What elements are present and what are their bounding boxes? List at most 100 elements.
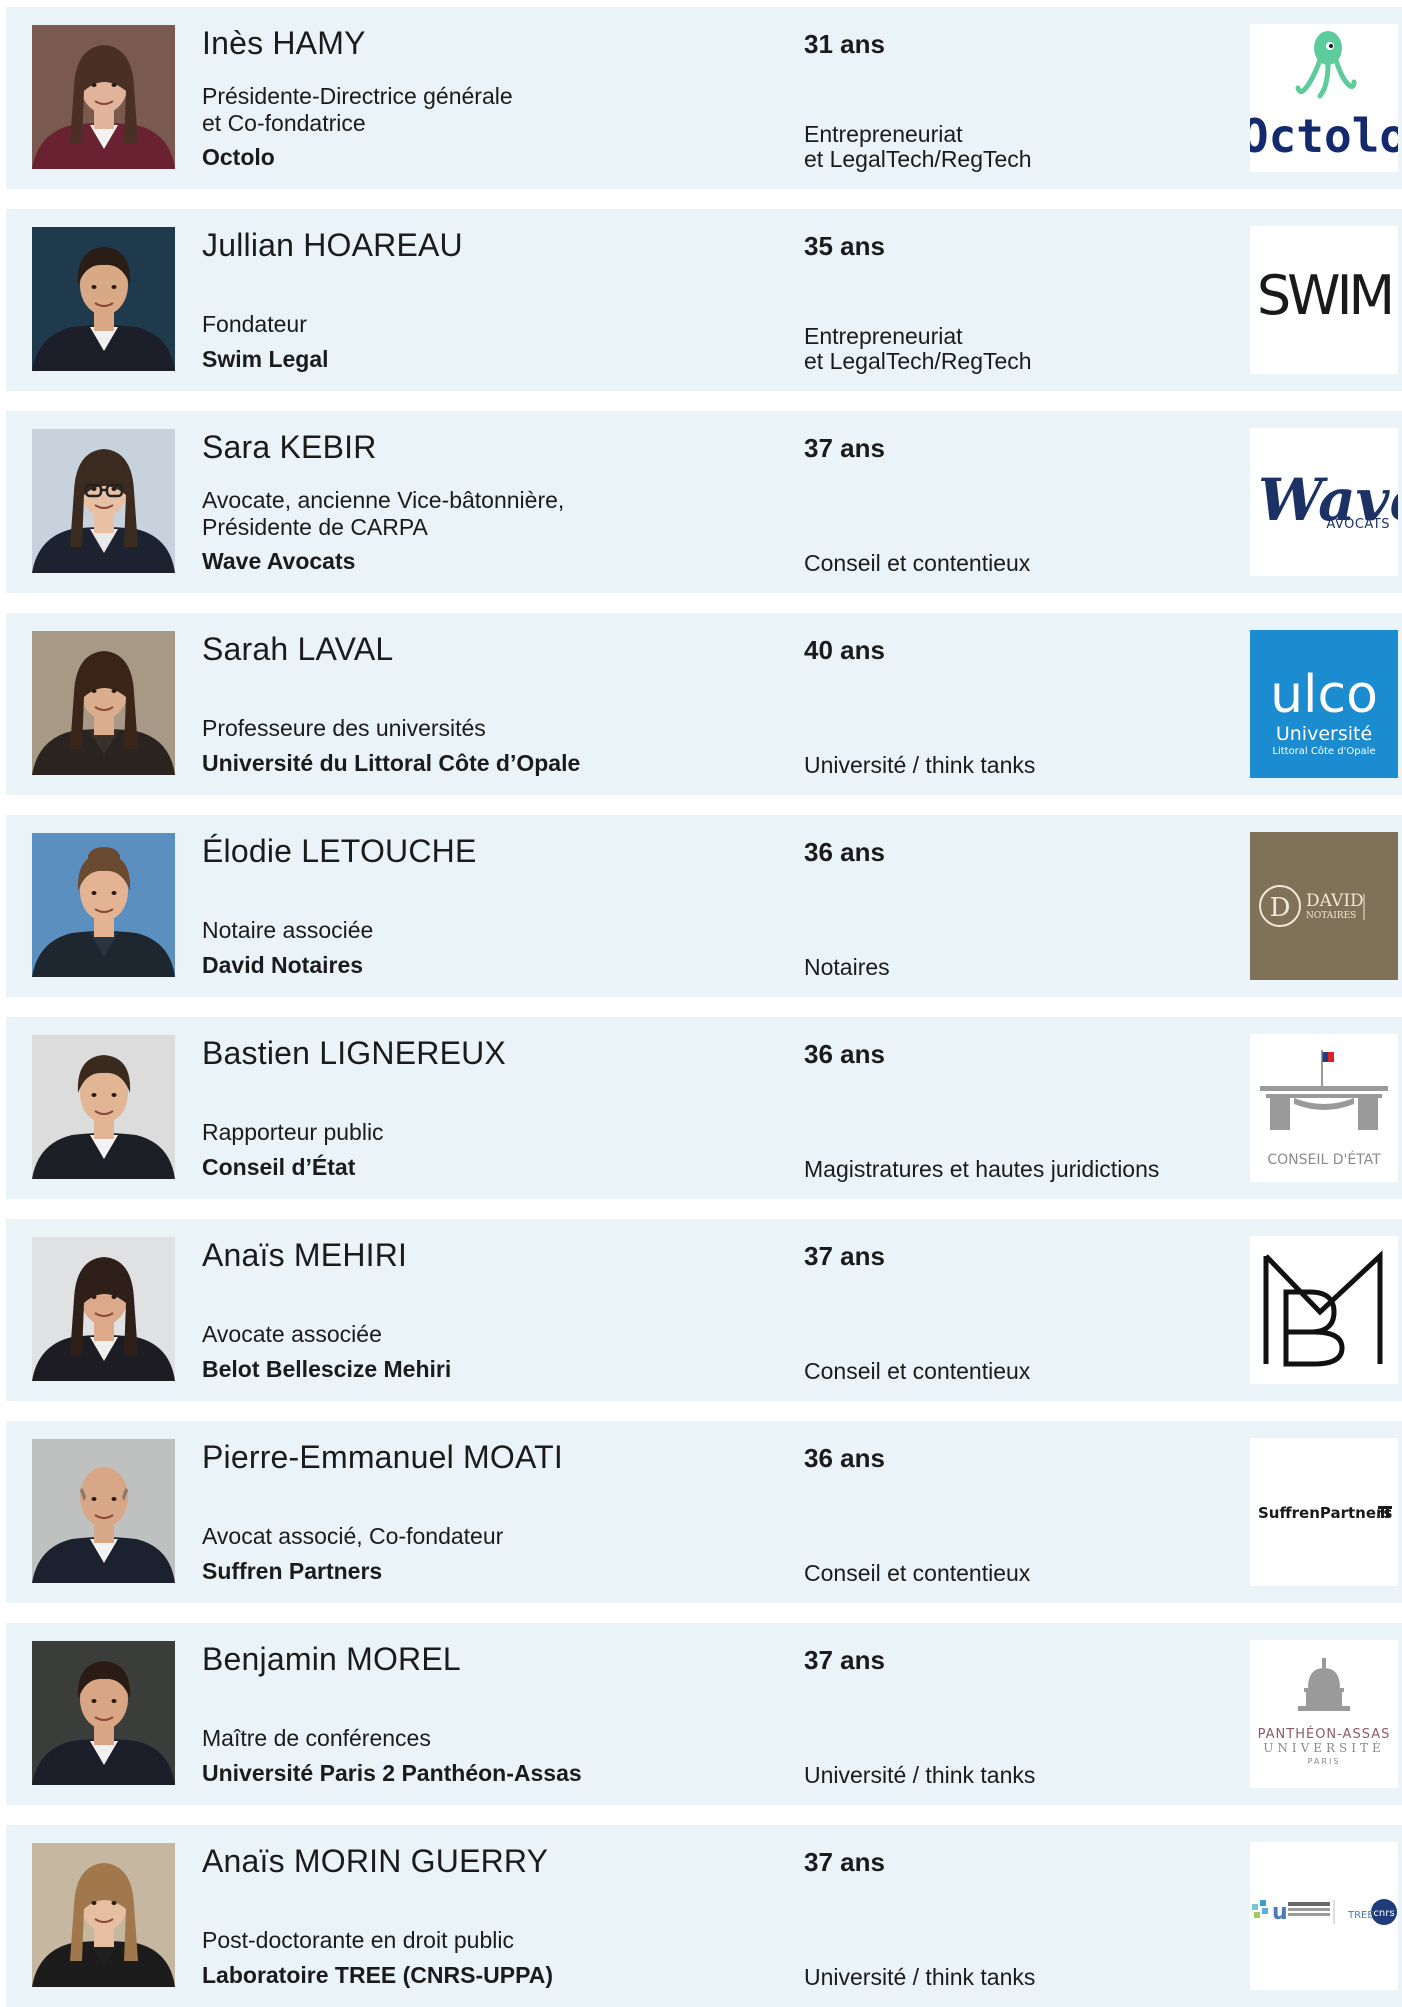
person-photo: [32, 227, 175, 371]
organization-logo: Wave AVOCATS: [1250, 428, 1398, 576]
dome-icon: [1298, 1658, 1350, 1711]
person-domain: Université / think tanks: [804, 1763, 1035, 1788]
person-role: Post-doctorante en droit public: [202, 1927, 802, 1954]
person-age: 31 ans: [804, 29, 885, 59]
role-line: Maître de conférences: [202, 1725, 431, 1751]
person-name: Benjamin MOREL: [202, 1641, 461, 1677]
person-photo: [32, 1237, 175, 1381]
domain-line: et LegalTech/RegTech: [804, 348, 1032, 374]
domain-line: Entrepreneuriat: [804, 323, 963, 349]
person-role: Maître de conférences: [202, 1725, 802, 1752]
organization-logo: [1250, 1236, 1398, 1384]
person-role: Professeure des universités: [202, 715, 802, 742]
svg-text:u: u: [1272, 1900, 1288, 1925]
person-age: 37 ans: [804, 1645, 885, 1675]
person-name: Pierre-Emmanuel MOATI: [202, 1439, 564, 1475]
person-photo: [32, 1035, 175, 1179]
person-card: Élodie LETOUCHE Notaire associée David N…: [6, 815, 1402, 997]
logo-text: CONSEIL D'ÉTAT: [1267, 1151, 1381, 1168]
octopus-icon: Octolo: [1250, 31, 1398, 163]
role-line: Avocat associé, Co-fondateur: [202, 1523, 504, 1549]
role-line: Notaire associée: [202, 917, 374, 943]
organization-logo: u TREE cnrs: [1250, 1842, 1398, 1990]
person-organization: Université du Littoral Côte d’Opale: [202, 750, 581, 776]
domain-line: Université / think tanks: [804, 752, 1036, 778]
role-line: Post-doctorante en droit public: [202, 1927, 514, 1953]
logo-subtext: NOTAIRES: [1306, 911, 1356, 921]
person-card: Benjamin MOREL Maître de conférences Uni…: [6, 1623, 1402, 1805]
person-age: 37 ans: [804, 1847, 885, 1877]
role-line: Avocate, ancienne Vice-bâtonnière,: [202, 487, 565, 513]
person-organization: Wave Avocats: [202, 548, 356, 574]
domain-line: Conseil et contentieux: [804, 550, 1031, 576]
person-name: Anaïs MORIN GUERRY: [202, 1843, 549, 1879]
person-age: 37 ans: [804, 1241, 885, 1271]
organization-logo: Octolo: [1250, 24, 1398, 172]
person-name: Anaïs MEHIRI: [202, 1237, 408, 1273]
organization-logo: SWIM: [1250, 226, 1398, 374]
logo-subtext: Université: [1276, 723, 1372, 745]
person-domain: Entrepreneuriat et LegalTech/RegTech: [804, 324, 1032, 374]
role-line: Avocate associée: [202, 1321, 382, 1347]
person-name: Élodie LETOUCHE: [202, 833, 477, 869]
person-organization: David Notaires: [202, 952, 364, 978]
domain-line: Magistratures et hautes juridictions: [804, 1156, 1160, 1182]
organization-logo: ulco Université Littoral Côte d'Opale: [1250, 630, 1398, 778]
person-name: Bastien LIGNEREUX: [202, 1035, 506, 1071]
domain-line: Entrepreneuriat: [804, 121, 963, 147]
logo-subtext: cnrs: [1373, 1908, 1394, 1919]
person-domain: Entrepreneuriat et LegalTech/RegTech: [804, 122, 1032, 172]
role-line: Présidente de CARPA: [202, 514, 428, 540]
person-name: Inès HAMY: [202, 25, 366, 61]
logo-initial: D: [1270, 893, 1291, 923]
person-role: Avocate associée: [202, 1321, 802, 1348]
role-line: Présidente-Directrice générale: [202, 83, 513, 109]
organization-logo: CONSEIL D'ÉTAT: [1250, 1034, 1398, 1182]
person-domain: Magistratures et hautes juridictions: [804, 1157, 1159, 1182]
person-card: Anaïs MORIN GUERRY Post-doctorante en dr…: [6, 1825, 1402, 2007]
person-age: 35 ans: [804, 231, 885, 261]
role-line: Fondateur: [202, 311, 307, 337]
organization-logo: SuffrenPartners: [1250, 1438, 1398, 1586]
person-age: 36 ans: [804, 1443, 885, 1473]
person-photo: [32, 1439, 175, 1583]
role-line: et Co-fondatrice: [202, 110, 366, 136]
person-domain: Notaires: [804, 955, 890, 980]
person-card: Anaïs MEHIRI Avocate associée Belot Bell…: [6, 1219, 1402, 1401]
domain-line: Université / think tanks: [804, 1762, 1036, 1788]
person-age: 36 ans: [804, 837, 885, 867]
logo-subtext: AVOCATS: [1326, 517, 1390, 532]
building-icon: CONSEIL D'ÉTAT: [1260, 1050, 1388, 1168]
person-role: Rapporteur public: [202, 1119, 802, 1146]
role-line: Rapporteur public: [202, 1119, 384, 1145]
person-photo: [32, 1641, 175, 1785]
domain-line: Conseil et contentieux: [804, 1560, 1031, 1586]
logo-subtext: UNIVERSITÉ: [1263, 1740, 1385, 1755]
logo-text: SWIM: [1257, 264, 1391, 327]
logo-text: PANTHÉON-ASSAS: [1258, 1726, 1391, 1742]
logo-text: Octolo: [1250, 109, 1398, 163]
person-domain: Conseil et contentieux: [804, 1359, 1030, 1384]
person-age: 36 ans: [804, 1039, 885, 1069]
person-organization: Université Paris 2 Panthéon-Assas: [202, 1760, 582, 1786]
person-photo: [32, 631, 175, 775]
person-card: Jullian HOAREAU Fondateur Swim Legal 35 …: [6, 209, 1402, 391]
person-card: Pierre-Emmanuel MOATI Avocat associé, Co…: [6, 1421, 1402, 1603]
person-age: 40 ans: [804, 635, 885, 665]
role-line: Professeure des universités: [202, 715, 486, 741]
logo-subtext-2: Littoral Côte d'Opale: [1272, 745, 1375, 757]
logo-text: ulco: [1270, 665, 1378, 725]
person-name: Sara KEBIR: [202, 429, 377, 465]
person-organization: Swim Legal: [202, 346, 329, 372]
person-photo: [32, 25, 175, 169]
monogram-icon: [1263, 1250, 1383, 1367]
person-organization: Suffren Partners: [202, 1558, 383, 1584]
person-card: Bastien LIGNEREUX Rapporteur public Cons…: [6, 1017, 1402, 1199]
domain-line: et LegalTech/RegTech: [804, 146, 1032, 172]
person-photo: [32, 429, 175, 573]
person-name: Sarah LAVAL: [202, 631, 394, 667]
person-name: Jullian HOAREAU: [202, 227, 463, 263]
logo-text: DAVID: [1306, 891, 1364, 911]
person-domain: Université / think tanks: [804, 1965, 1035, 1990]
logo-text: TREE: [1347, 1910, 1374, 1921]
